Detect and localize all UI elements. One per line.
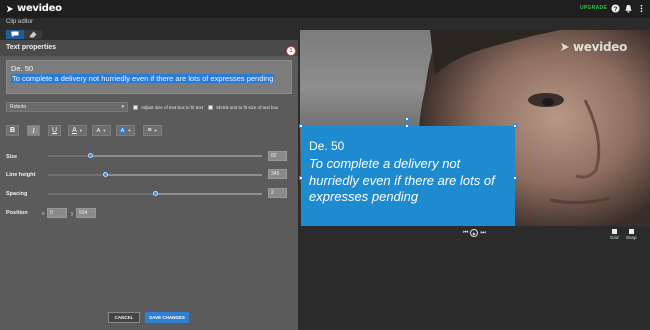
panel-header: Text properties [0, 40, 298, 56]
resize-handle-right[interactable] [513, 176, 517, 180]
logo-text: wevideo [17, 3, 62, 14]
panel-title: Text properties [6, 44, 57, 51]
playback-controls: ⏮ ▶ ⏭ [463, 229, 486, 237]
spacing-label: Spacing [6, 191, 28, 197]
caption-line-2: To complete a delivery not hurriedly eve… [309, 156, 495, 204]
grid-label: Grid [610, 235, 619, 240]
caret-down-icon: ▼ [78, 128, 83, 133]
align-button[interactable]: ≡ ▼ [143, 125, 162, 136]
italic-button[interactable]: I [27, 125, 40, 136]
size-label: Size [6, 154, 18, 160]
tab-text[interactable] [6, 30, 24, 39]
highlight-button[interactable]: A ▼ [116, 125, 135, 136]
font-select[interactable]: Roboto ▾ [6, 102, 128, 112]
text-line-2: To complete a delivery not hurriedly eve… [11, 74, 275, 83]
wevideo-watermark: wevideo [560, 40, 627, 54]
bell-icon[interactable] [624, 4, 633, 13]
adjust-size-label: Adjust size of text box to fit text [141, 105, 204, 110]
position-label: Position [6, 210, 28, 216]
grid-icon [611, 229, 617, 234]
eraser-icon [29, 31, 37, 38]
caret-down-icon: ▼ [102, 128, 107, 133]
menu-icon[interactable] [637, 4, 646, 13]
resize-handle-left[interactable] [299, 176, 303, 180]
shrink-text-checkbox[interactable]: Shrink text to fit size of text box [208, 105, 278, 110]
slider-fill [48, 174, 106, 176]
size-slider[interactable] [48, 153, 262, 158]
snap-toggle[interactable]: Snap [626, 229, 637, 240]
bg-color-glyph: A [96, 127, 101, 134]
highlight-glyph: A [119, 127, 126, 134]
bold-button[interactable]: B [6, 125, 19, 136]
play-icon[interactable]: ▶ [470, 229, 479, 237]
shrink-text-label: Shrink text to fit size of text box [216, 105, 279, 110]
rotate-handle[interactable] [405, 117, 409, 121]
spacing-slider[interactable] [48, 191, 262, 196]
line-height-input[interactable]: 345 [268, 169, 287, 179]
position-x-label: x [42, 211, 45, 217]
badge-number: 1 [289, 48, 293, 54]
size-input[interactable]: 82 [268, 151, 287, 161]
tab-eraser[interactable] [24, 30, 42, 39]
svg-text:?: ? [614, 6, 618, 13]
resize-handle-tl[interactable] [299, 124, 303, 128]
editor-tabs [6, 30, 42, 39]
caret-down-icon: ▼ [153, 128, 158, 133]
position-x-input[interactable]: 0 [47, 208, 67, 218]
wevideo-logo[interactable]: wevideo [6, 3, 62, 14]
skip-back-icon[interactable]: ⏮ [463, 230, 468, 237]
slider-thumb[interactable] [88, 153, 94, 158]
caption-line-1: De. 50 [309, 139, 345, 153]
line-height-label: Line height [6, 172, 36, 178]
text-line-1: De. 50 [11, 64, 34, 73]
line-height-slider[interactable] [48, 172, 262, 177]
chevron-down-icon: ▾ [121, 104, 124, 110]
clip-editor-label: Clip editor [6, 19, 34, 25]
position-y-input[interactable]: 534 [76, 208, 96, 218]
slider-thumb[interactable] [152, 191, 158, 196]
help-icon[interactable]: ? [611, 4, 620, 13]
text-color-button[interactable]: A ▼ [68, 125, 87, 136]
underline-button[interactable]: U [48, 125, 61, 136]
text-input-area[interactable]: De. 50 To complete a delivery not hurrie… [6, 60, 292, 94]
position-y-label: y [71, 211, 74, 217]
step-badge: 1 [286, 46, 296, 56]
underline-glyph: U [51, 127, 58, 134]
upgrade-link[interactable]: UPGRADE [580, 5, 607, 11]
checkbox-box[interactable] [208, 105, 213, 110]
grid-toggle[interactable]: Grid [610, 229, 619, 240]
text-properties-panel: Text properties 1 De. 50 To complete a d… [0, 40, 298, 330]
bold-glyph: B [9, 127, 16, 134]
caption-text-box[interactable]: De. 50 To complete a delivery not hurrie… [301, 126, 515, 226]
save-changes-button[interactable]: SAVE CHANGES [145, 312, 189, 323]
font-select-value: Roboto [10, 104, 27, 110]
text-color-glyph: A [72, 127, 77, 134]
spacing-input[interactable]: 2 [268, 188, 287, 198]
slider-fill [48, 155, 91, 157]
slider-thumb[interactable] [103, 172, 109, 177]
watermark-text: wevideo [573, 40, 628, 54]
caret-down-icon: ▼ [127, 128, 132, 133]
watermark-play-icon [561, 43, 569, 51]
speech-bubble-icon [11, 31, 19, 38]
logo-play-icon [6, 5, 14, 12]
slider-fill [48, 193, 155, 195]
align-left-icon: ≡ [147, 127, 152, 134]
snap-icon [628, 229, 634, 234]
cancel-button[interactable]: CANCEL [108, 312, 140, 323]
selected-text: To complete a delivery not hurriedly eve… [11, 74, 275, 83]
top-bar: wevideo UPGRADE ? [0, 0, 650, 18]
snap-label: Snap [626, 235, 637, 240]
resize-handle-top[interactable] [405, 124, 409, 128]
italic-glyph: I [32, 126, 35, 135]
checkbox-box[interactable] [133, 105, 138, 110]
background-color-button[interactable]: A ▼ [92, 125, 111, 136]
resize-handle-tr[interactable] [513, 124, 517, 128]
adjust-size-checkbox[interactable]: Adjust size of text box to fit text [133, 105, 203, 110]
skip-forward-icon[interactable]: ⏭ [480, 230, 485, 237]
